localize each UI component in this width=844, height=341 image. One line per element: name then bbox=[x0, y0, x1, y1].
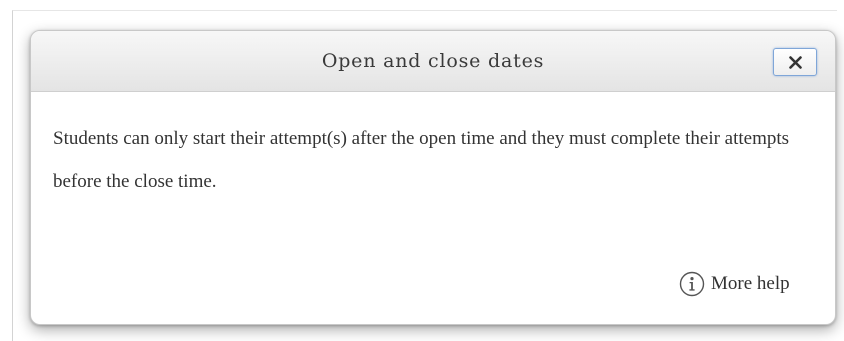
close-icon bbox=[789, 56, 802, 69]
dialog-body-text: Students can only start their attempt(s)… bbox=[53, 128, 790, 192]
info-icon bbox=[679, 271, 705, 297]
dialog-header: Open and close dates bbox=[31, 31, 835, 92]
help-dialog: Open and close dates Students can only s… bbox=[30, 30, 836, 325]
dialog-title: Open and close dates bbox=[321, 50, 545, 72]
more-help-link[interactable]: More help bbox=[679, 269, 790, 299]
close-button[interactable] bbox=[773, 48, 817, 76]
more-help-label: More help bbox=[711, 273, 790, 294]
